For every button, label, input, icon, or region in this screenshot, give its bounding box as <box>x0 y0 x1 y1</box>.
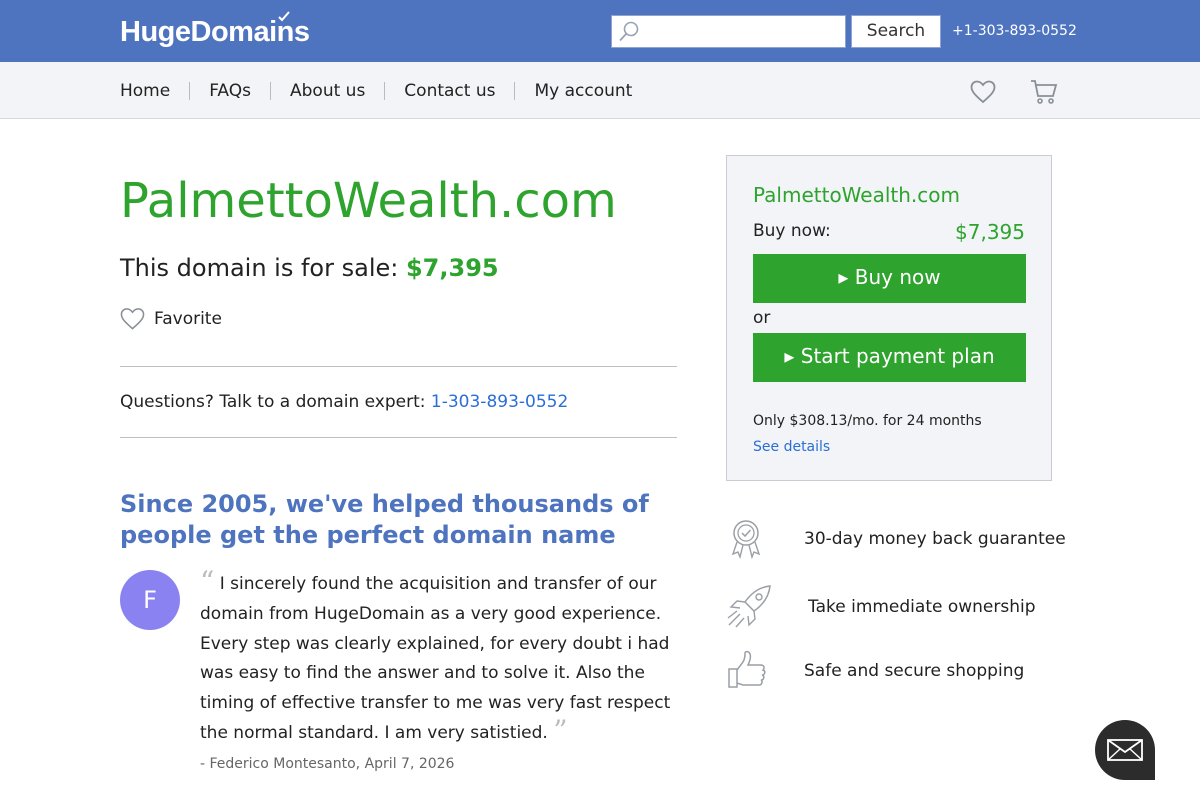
nav-item-contact-us[interactable]: Contact us <box>384 82 514 100</box>
envelope-icon <box>1107 739 1143 761</box>
header-phone[interactable]: +1-303-893-0552 <box>952 22 1077 40</box>
search-button[interactable]: Search <box>851 15 941 48</box>
or-text: or <box>753 308 771 328</box>
nav-bar: Home FAQs About us Contact us My account <box>0 62 1200 119</box>
rocket-icon <box>727 585 771 628</box>
heart-icon <box>120 308 145 330</box>
search-input[interactable] <box>646 16 842 47</box>
buy-now-button[interactable]: ▸ Buy now <box>753 254 1026 303</box>
purchase-panel: PalmettoWealth.com Buy now: $7,395 ▸ Buy… <box>726 155 1052 481</box>
since-heading: Since 2005, we've helped thousands of pe… <box>120 490 649 549</box>
feature-label: Safe and secure shopping <box>804 661 1025 681</box>
feature-label: Take immediate ownership <box>808 597 1036 617</box>
feature-money-back: 30-day money back guarantee <box>726 516 1066 562</box>
cart-icon[interactable] <box>1030 79 1058 105</box>
sale-price: $7,395 <box>405 254 499 282</box>
divider <box>120 366 677 367</box>
favorite-label: Favorite <box>154 309 222 329</box>
avatar: F <box>120 570 180 630</box>
nav-item-my-account[interactable]: My account <box>514 82 651 100</box>
sale-prefix: This domain is for sale: <box>120 254 406 282</box>
panel-domain: PalmettoWealth.com <box>753 183 960 207</box>
questions-line: Questions? Talk to a domain expert: 1-30… <box>120 391 568 413</box>
top-header: HugeDomains Search +1-303-893-0552 <box>0 0 1200 62</box>
logo[interactable]: HugeDomains <box>120 11 310 48</box>
see-details-link[interactable]: See details <box>753 438 830 456</box>
testimonial-text: I sincerely found the acquisition and tr… <box>200 574 671 743</box>
testimonial-author: - Federico Montesanto, April 7, 2026 <box>200 756 455 772</box>
search-box <box>611 15 846 48</box>
feature-secure: Safe and secure shopping <box>726 648 1024 694</box>
sale-line: This domain is for sale: $7,395 <box>120 254 499 282</box>
chat-button[interactable] <box>1095 720 1155 780</box>
panel-price: $7,395 <box>955 220 1025 244</box>
feature-label: 30-day money back guarantee <box>804 529 1066 549</box>
favorite-button[interactable]: Favorite <box>120 307 222 331</box>
monthly-price-text: Only $308.13/mo. for 24 months <box>753 413 982 429</box>
divider <box>120 437 677 438</box>
nav-item-home[interactable]: Home <box>120 82 189 100</box>
award-ribbon-icon <box>731 520 761 560</box>
main-nav: Home FAQs About us Contact us My account <box>120 81 651 101</box>
expert-phone-link[interactable]: 1-303-893-0552 <box>431 392 568 412</box>
close-quote-icon: ” <box>553 713 568 747</box>
open-quote-icon: “ <box>200 565 215 598</box>
search-icon <box>619 21 639 42</box>
nav-item-faqs[interactable]: FAQs <box>189 82 270 100</box>
nav-item-about-us[interactable]: About us <box>270 82 384 100</box>
testimonial-quote: “ I sincerely found the acquisition and … <box>200 568 675 749</box>
questions-text: Questions? Talk to a domain expert: <box>120 392 431 412</box>
buy-now-label: Buy now: <box>753 221 831 241</box>
feature-ownership: Take immediate ownership <box>726 584 1036 630</box>
thumbs-up-icon <box>728 650 766 688</box>
domain-title: PalmettoWealth.com <box>120 173 617 229</box>
logo-check-icon <box>278 11 290 22</box>
payment-plan-button[interactable]: ▸ Start payment plan <box>753 333 1026 382</box>
heart-icon[interactable] <box>970 80 996 104</box>
